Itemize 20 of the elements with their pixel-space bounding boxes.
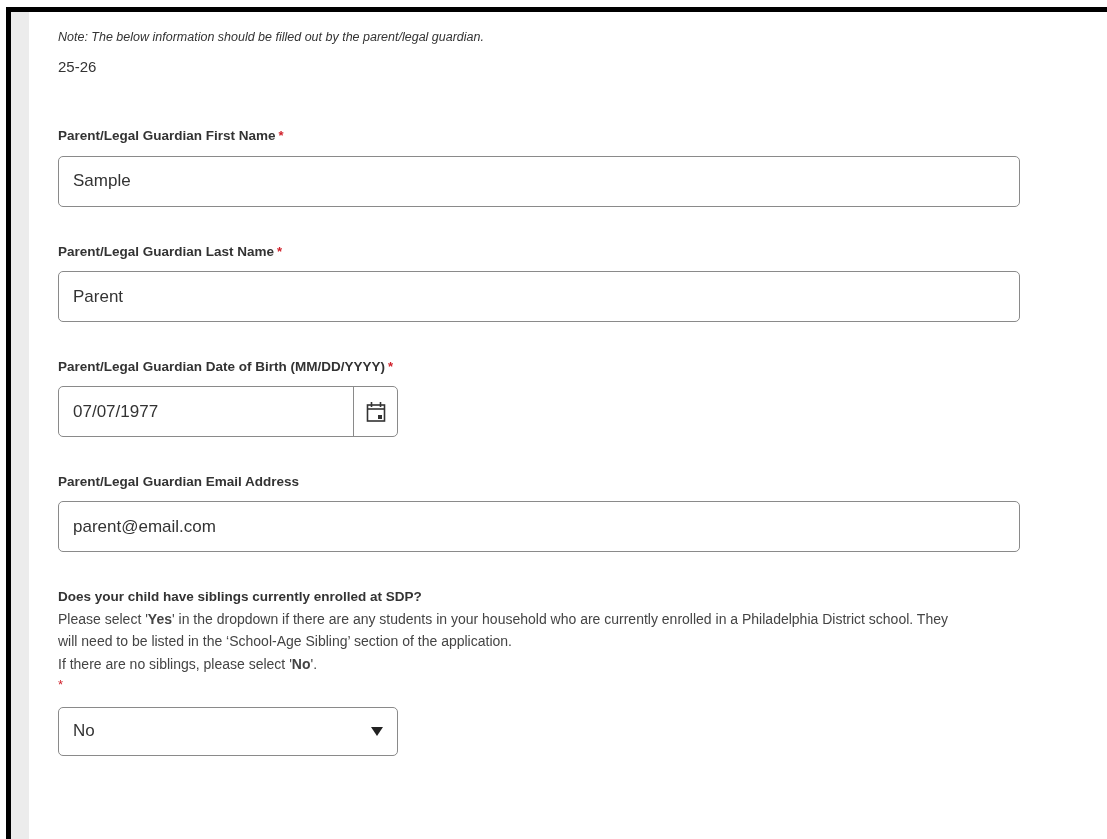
date-field[interactable]: 07/07/1977 [58, 386, 398, 437]
school-year: 25-26 [58, 56, 98, 77]
text-field[interactable]: Parent [58, 270, 1020, 322]
field-label: Parent/Legal Guardian Email Address [58, 473, 300, 491]
field-label: Parent/Legal Guardian First Name [58, 127, 276, 146]
calendar-icon [365, 400, 386, 423]
required-mark: * [58, 676, 64, 694]
required-mark: * [277, 242, 283, 261]
field-label: Parent/Legal Guardian Last Name [58, 242, 275, 261]
text-field[interactable]: Sample [58, 155, 1020, 207]
field-label: Parent/Legal Guardian Date of Birth (MM/DD/YYYY) [58, 357, 386, 376]
help-text: If there are no siblings, please select 'No'. [58, 654, 319, 674]
field-label: Does your child have siblings currently enrolled at SDP? [58, 588, 422, 607]
dropdown[interactable]: No [58, 706, 398, 756]
required-mark: * [278, 127, 284, 146]
caret-icon [371, 726, 383, 736]
text-field[interactable]: parent@email.com [58, 501, 1020, 553]
required-mark: * [388, 357, 394, 376]
help-text: Please select 'Yes' in the dropdown if there are any students in your household who are currently enrolled in a Philadelphia District school. They will need to be listed in the ‘School-Age Sibling’ section of the application. [58, 609, 949, 651]
note-text: Note: The below information should be filled out by the parent/legal guardian. [58, 29, 485, 46]
